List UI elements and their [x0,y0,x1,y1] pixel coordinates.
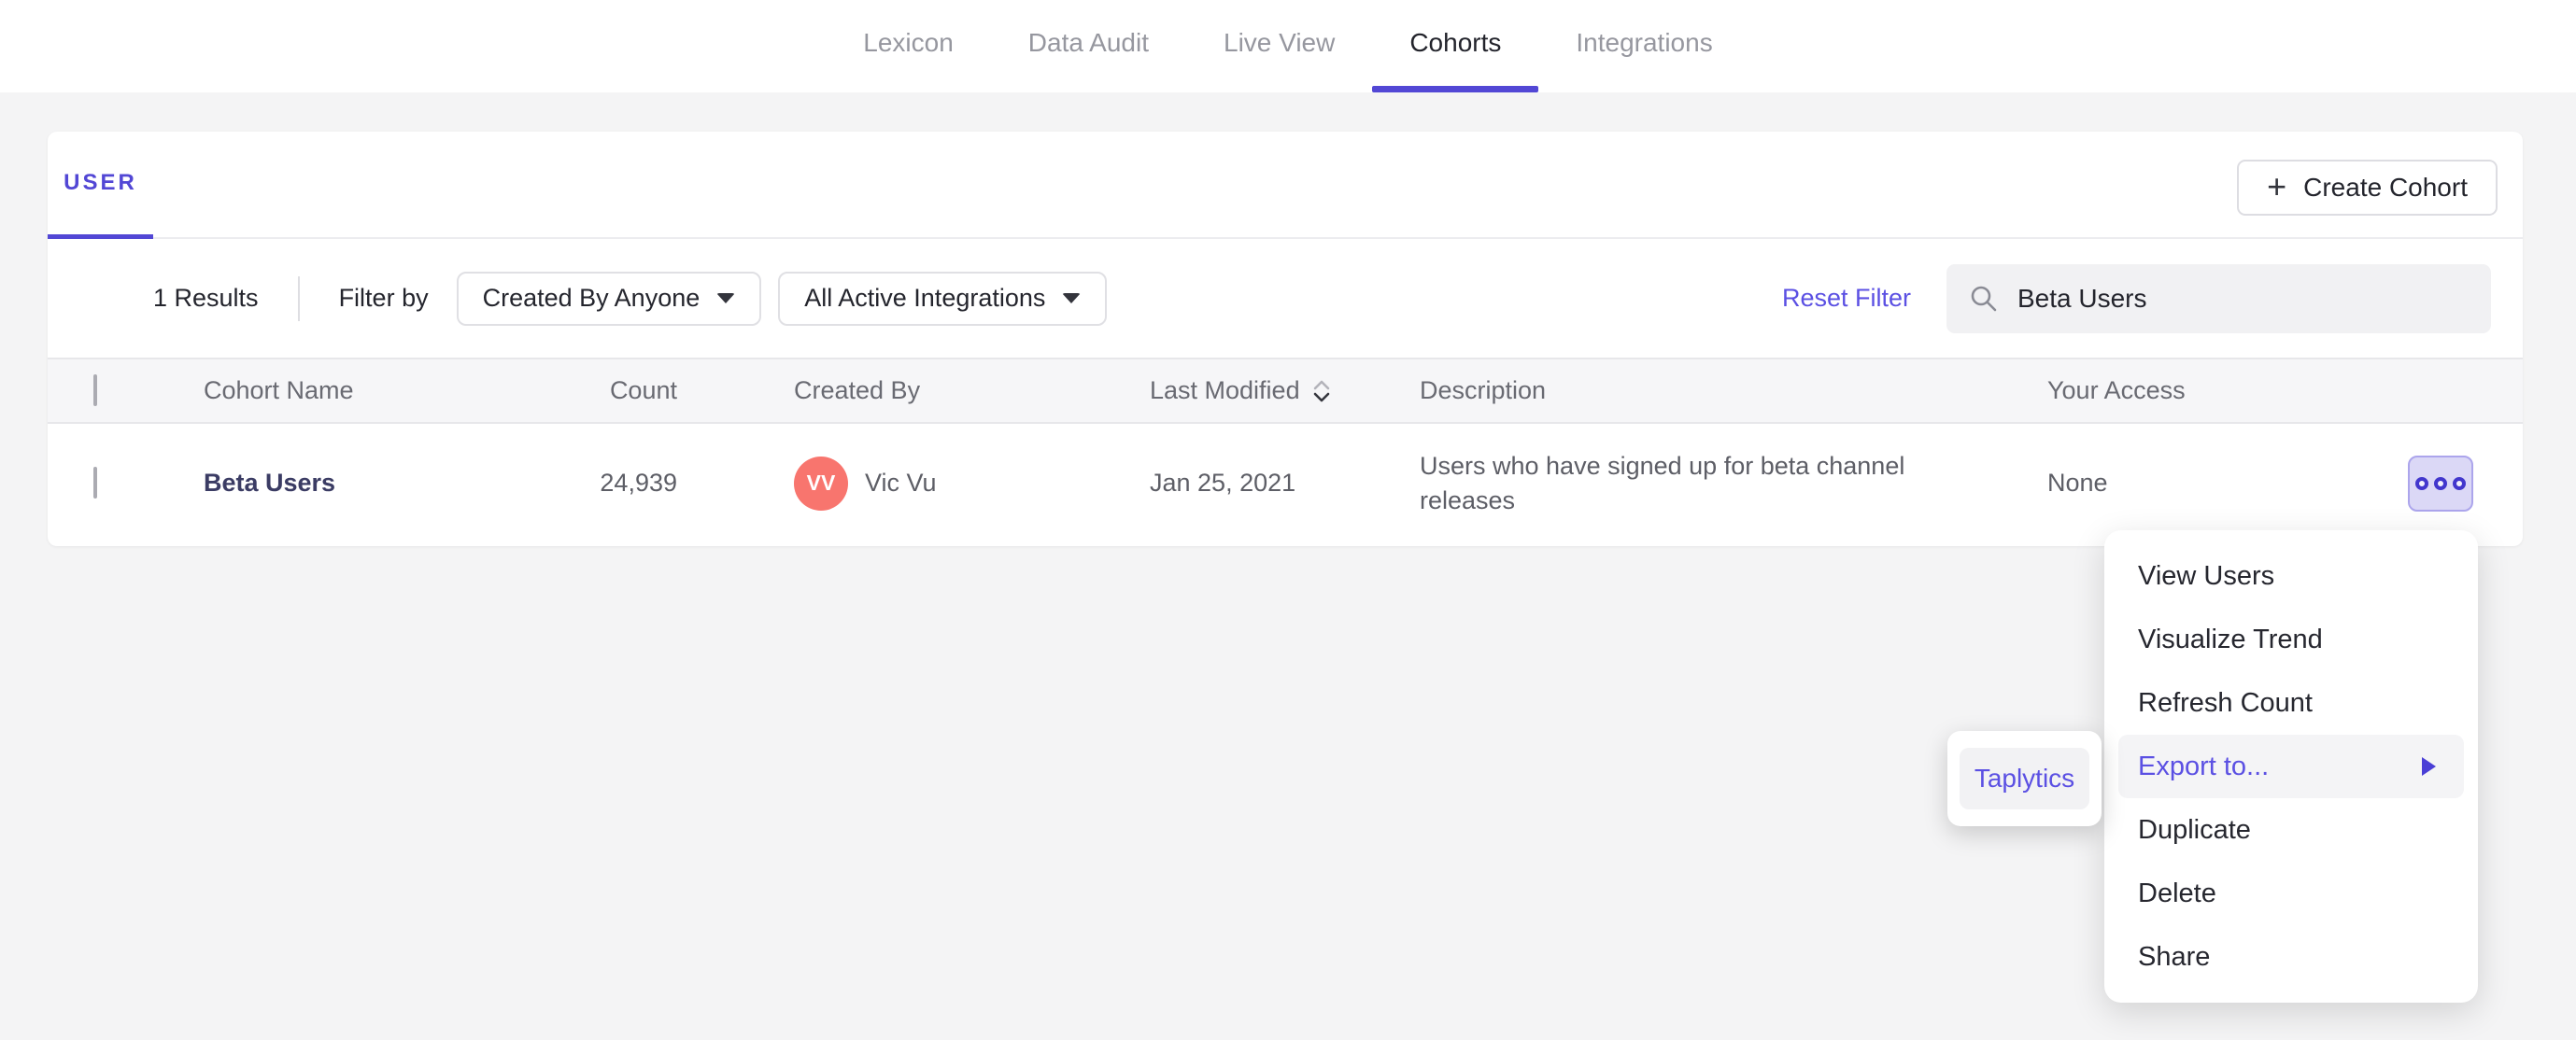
tab-user[interactable]: USER [48,132,153,239]
integrations-dropdown-label: All Active Integrations [804,284,1046,312]
results-count: 1 Results [153,284,259,312]
search-icon [1971,286,1997,311]
active-tab-underline [1372,86,1539,92]
create-cohort-label: Create Cohort [2303,173,2468,202]
sort-icon[interactable] [1311,378,1332,404]
last-modified-cell: Jan 25, 2021 [1150,469,1296,497]
description-cell: Users who have signed up for beta channe… [1372,449,2000,518]
description-text: Users who have signed up for beta channe… [1420,451,1905,514]
nav-tab-lexicon[interactable]: Lexicon [826,0,991,92]
ellipsis-icon [2453,476,2466,490]
table-header-row: Cohort Name Count Created By Last Modifi… [48,358,2523,424]
integrations-dropdown[interactable]: All Active Integrations [778,271,1108,326]
cohort-name-link[interactable]: Beta Users [204,469,453,498]
export-submenu: Taplytics [1947,731,2102,826]
header-last-modified[interactable]: Last Modified [1102,376,1372,405]
header-description: Description [1420,376,1547,404]
cohort-count: 24,939 [600,469,677,497]
chevron-down-icon [716,293,736,303]
created-by-name: Vic Vu [865,469,937,497]
filter-bar: 1 Results Filter by Created By Anyone Al… [48,239,2523,358]
menu-item-view-users[interactable]: View Users [2104,544,2478,608]
plus-icon: + [2267,166,2287,205]
submenu-item-taplytics[interactable]: Taplytics [1960,748,2089,809]
menu-item-export-to-label: Export to... [2138,751,2270,781]
divider [297,275,300,321]
your-access-cell: None [2047,469,2108,497]
top-nav: Lexicon Data Audit Live View Cohorts Int… [0,0,2576,92]
menu-item-visualize-trend[interactable]: Visualize Trend [2104,608,2478,671]
menu-item-export-to[interactable]: Export to... [2118,735,2464,798]
nav-tab-live-view[interactable]: Live View [1186,0,1372,92]
search-box[interactable] [1946,263,2491,333]
nav-tab-cohorts[interactable]: Cohorts [1372,0,1539,92]
menu-item-share[interactable]: Share [2104,925,2478,989]
header-last-modified-label: Last Modified [1150,376,1300,404]
cohort-type-tabbar: USER + Create Cohort [48,132,2523,239]
nav-tab-cohorts-label: Cohorts [1409,27,1502,57]
row-checkbox[interactable] [93,467,97,499]
cohorts-page: Lexicon Data Audit Live View Cohorts Int… [0,0,2576,1040]
menu-item-duplicate[interactable]: Duplicate [2104,798,2478,862]
menu-item-delete[interactable]: Delete [2104,862,2478,925]
chevron-down-icon [1062,293,1082,303]
cohorts-card: USER + Create Cohort 1 Results Filter by… [48,132,2523,546]
table-row: Beta Users 24,939 VV Vic Vu Jan 25, 2021… [48,424,2523,542]
search-input[interactable] [2017,283,2469,314]
created-by-dropdown[interactable]: Created By Anyone [456,271,762,326]
avatar: VV [794,456,848,511]
header-your-access: Your Access [2047,376,2186,404]
header-count: Count [609,376,677,404]
header-created-by: Created By [794,376,921,404]
filter-by-label: Filter by [338,284,429,312]
nav-tab-integrations[interactable]: Integrations [1538,0,1749,92]
ellipsis-icon [2434,476,2447,490]
created-by-cell: VV Vic Vu [677,456,1102,511]
row-actions-button[interactable] [2408,455,2473,512]
submenu-arrow-icon [2422,757,2436,776]
create-cohort-button[interactable]: + Create Cohort [2237,160,2498,216]
menu-item-refresh-count[interactable]: Refresh Count [2104,671,2478,735]
nav-tab-data-audit[interactable]: Data Audit [991,0,1186,92]
header-cohort-name: Cohort Name [204,376,354,404]
reset-filter-link[interactable]: Reset Filter [1782,284,1911,313]
created-by-dropdown-label: Created By Anyone [482,284,701,312]
row-actions-menu: View Users Visualize Trend Refresh Count… [2104,530,2478,1003]
select-all-checkbox[interactable] [93,374,97,406]
ellipsis-icon [2415,476,2428,490]
